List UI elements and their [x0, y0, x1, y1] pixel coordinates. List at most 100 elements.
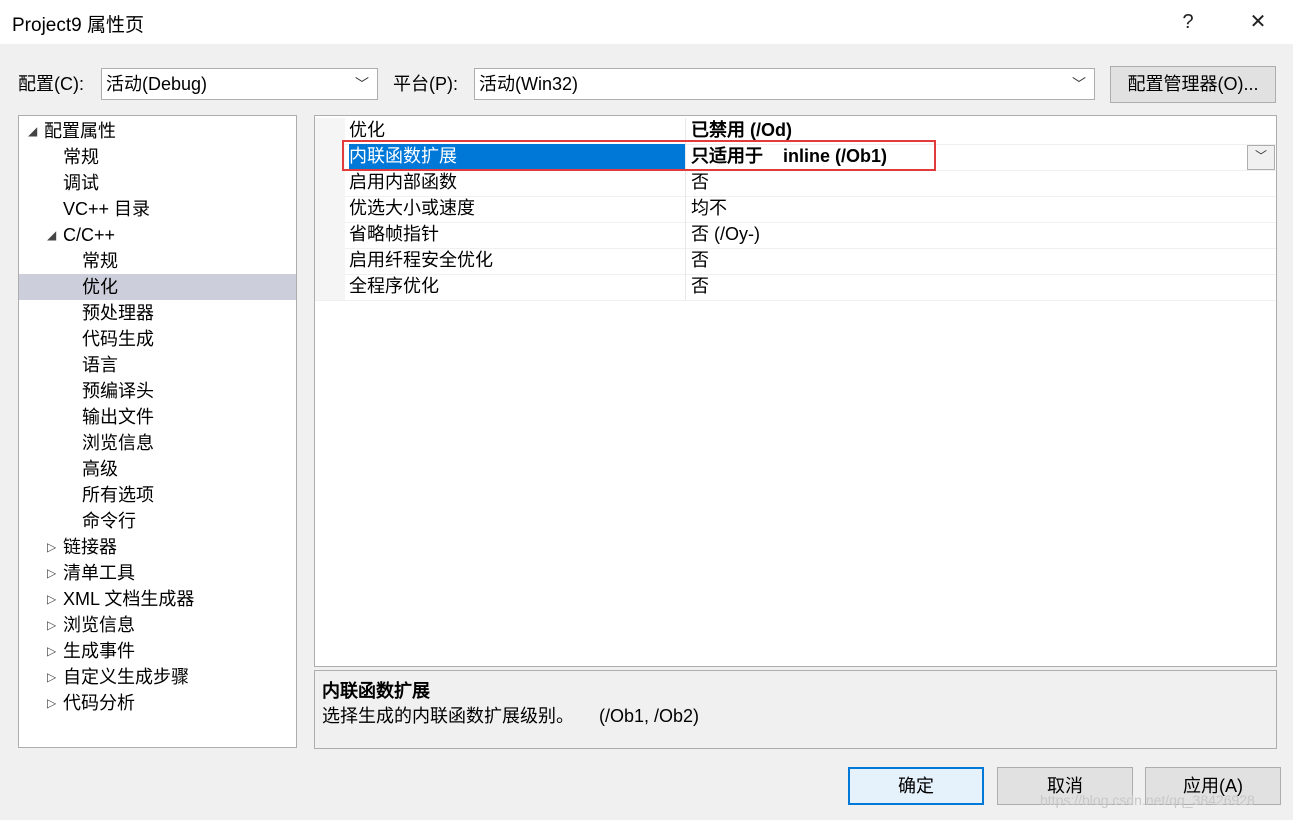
property-row[interactable]: 启用纤程安全优化 否: [315, 248, 1276, 275]
tree-item[interactable]: 输出文件: [19, 404, 296, 430]
tree-item[interactable]: 调试: [19, 170, 296, 196]
ok-button[interactable]: 确定: [848, 767, 984, 805]
tree-item-label: 自定义生成步骤: [63, 667, 189, 687]
property-row[interactable]: 优选大小或速度 均不: [315, 196, 1276, 223]
expanded-triangle-icon[interactable]: ◢: [28, 118, 37, 144]
watermark: https://blog.csdn.net/qq_38426928: [1040, 792, 1255, 808]
platform-select[interactable]: 活动(Win32) ﹀: [474, 68, 1095, 100]
config-manager-button[interactable]: 配置管理器(O)...: [1110, 66, 1276, 103]
tree-item-label: 命令行: [82, 511, 136, 531]
tree-item-label: 预编译头: [82, 381, 154, 401]
tree-item-label: 浏览信息: [63, 615, 135, 635]
platform-label: 平台(P):: [393, 74, 458, 94]
collapsed-triangle-icon[interactable]: ▷: [47, 560, 56, 586]
tree-item-label: 调试: [63, 173, 99, 193]
property-value[interactable]: 否: [691, 274, 1251, 299]
row-gutter: [315, 118, 345, 144]
tree-item-label: 预处理器: [82, 303, 154, 323]
chevron-down-icon[interactable]: ﹀: [1247, 145, 1275, 170]
platform-select-value: 活动(Win32): [479, 74, 579, 94]
tree-item-label: 输出文件: [82, 407, 154, 427]
property-row[interactable]: 启用内部函数 否: [315, 170, 1276, 197]
property-value[interactable]: 否 (/Oy-): [691, 222, 1251, 247]
config-select-value: 活动(Debug): [106, 74, 208, 94]
collapsed-triangle-icon[interactable]: ▷: [47, 534, 56, 560]
tree-item-label: VC++ 目录: [63, 199, 151, 219]
collapsed-triangle-icon[interactable]: ▷: [47, 612, 56, 638]
column-divider: [685, 248, 686, 274]
property-row[interactable]: 省略帧指针 否 (/Oy-): [315, 222, 1276, 249]
tree-item-label: 优化: [82, 277, 118, 297]
tree-item[interactable]: 命令行: [19, 508, 296, 534]
row-gutter: [315, 274, 345, 300]
description-title: 内联函数扩展: [322, 681, 430, 701]
property-value[interactable]: 均不: [691, 196, 1251, 221]
tree-item[interactable]: 浏览信息: [19, 430, 296, 456]
tree-item[interactable]: 预处理器: [19, 300, 296, 326]
category-tree[interactable]: ◢ 配置属性 常规 调试 VC++ 目录 ◢ C/C++ 常规 优化 预处理器 代码生成 语言 预编译头…: [18, 115, 297, 748]
property-value[interactable]: 否: [691, 170, 1251, 195]
tree-item[interactable]: ◢ C/C++: [19, 222, 296, 248]
column-divider: [685, 170, 686, 196]
tree-item[interactable]: 常规: [19, 144, 296, 170]
collapsed-triangle-icon[interactable]: ▷: [47, 586, 56, 612]
highlight-annotation: [342, 140, 936, 171]
property-row[interactable]: 全程序优化 否: [315, 274, 1276, 301]
window-title: Project9 属性页: [12, 15, 144, 36]
tree-item-label: 常规: [63, 147, 99, 167]
tree-item-label: 浏览信息: [82, 433, 154, 453]
property-name: 启用内部函数: [349, 172, 457, 192]
row-gutter: [315, 248, 345, 274]
description-panel: 内联函数扩展 选择生成的内联函数扩展级别。 (/Ob1, /Ob2): [314, 670, 1277, 749]
property-grid[interactable]: 优化 已禁用 (/Od) 内联函数扩展 只适用于 inline (/Ob1) ﹀ 启用内部…: [314, 115, 1277, 667]
tree-item[interactable]: VC++ 目录: [19, 196, 296, 222]
tree-item-label: 链接器: [63, 537, 117, 557]
tree-item[interactable]: 所有选项: [19, 482, 296, 508]
chevron-down-icon: ﹀: [355, 76, 369, 92]
tree-item-label: C/C++: [63, 225, 116, 245]
tree-item[interactable]: 语言: [19, 352, 296, 378]
tree-item-label: 生成事件: [63, 641, 135, 661]
collapsed-triangle-icon[interactable]: ▷: [47, 638, 56, 664]
column-divider: [685, 196, 686, 222]
tree-item[interactable]: ▷ 浏览信息: [19, 612, 296, 638]
tree-item[interactable]: 常规: [19, 248, 296, 274]
tree-item[interactable]: 预编译头: [19, 378, 296, 404]
row-gutter: [315, 196, 345, 222]
tree-item[interactable]: ▷ 生成事件: [19, 638, 296, 664]
property-name: 启用纤程安全优化: [349, 250, 493, 270]
tree-item-label: 代码生成: [82, 329, 154, 349]
property-value[interactable]: 否: [691, 248, 1251, 273]
tree-item-label: 高级: [82, 459, 118, 479]
property-name: 省略帧指针: [349, 224, 439, 244]
column-divider: [685, 222, 686, 248]
config-select[interactable]: 活动(Debug) ﹀: [101, 68, 378, 100]
chevron-down-icon: ﹀: [1072, 76, 1086, 92]
property-name: 优选大小或速度: [349, 198, 475, 218]
tree-item[interactable]: ◢ 配置属性: [19, 118, 296, 144]
tree-item[interactable]: ▷ 链接器: [19, 534, 296, 560]
config-label: 配置(C):: [18, 74, 84, 94]
tree-item[interactable]: ▷ 自定义生成步骤: [19, 664, 296, 690]
tree-item[interactable]: ▷ 代码分析: [19, 690, 296, 716]
tree-item-label: 代码分析: [63, 693, 135, 713]
description-text: 选择生成的内联函数扩展级别。 (/Ob1, /Ob2): [322, 706, 700, 726]
tree-item[interactable]: 高级: [19, 456, 296, 482]
tree-item[interactable]: ▷ XML 文档生成器: [19, 586, 296, 612]
collapsed-triangle-icon[interactable]: ▷: [47, 664, 56, 690]
title-bar: [0, 0, 1293, 44]
tree-item-label: 所有选项: [82, 485, 154, 505]
tree-item[interactable]: ▷ 清单工具: [19, 560, 296, 586]
tree-item-label: 清单工具: [63, 563, 135, 583]
tree-item[interactable]: 代码生成: [19, 326, 296, 352]
property-name: 全程序优化: [349, 276, 439, 296]
collapsed-triangle-icon[interactable]: ▷: [47, 690, 56, 716]
close-button[interactable]: ✕: [1236, 6, 1280, 38]
row-gutter: [315, 170, 345, 196]
help-button[interactable]: ?: [1166, 6, 1210, 38]
row-gutter: [315, 222, 345, 248]
tree-item-label: 语言: [82, 355, 118, 375]
expanded-triangle-icon[interactable]: ◢: [47, 222, 56, 248]
tree-item-label: 常规: [82, 251, 118, 271]
tree-item[interactable]: 优化: [19, 274, 296, 300]
